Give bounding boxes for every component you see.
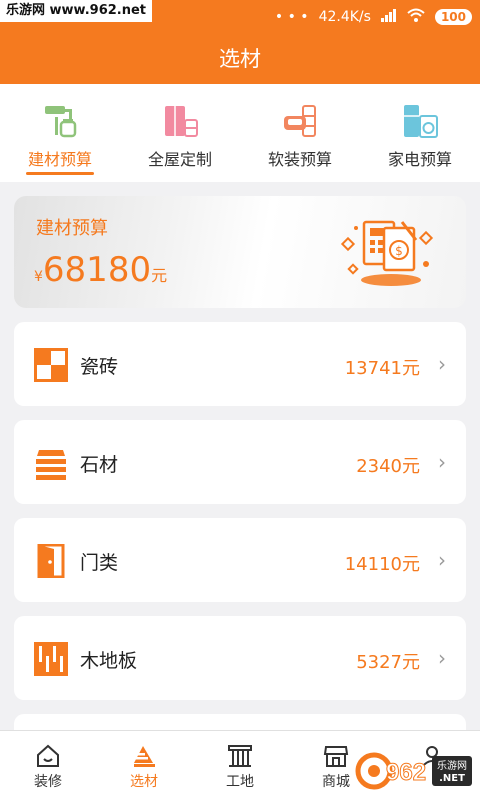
page-title: 选材 bbox=[219, 47, 261, 71]
status-bar: 乐游网 www.962.net • • • 42.4K/s 100 bbox=[0, 0, 480, 34]
total-amount: 68180 bbox=[42, 250, 152, 290]
battery-icon: 100 bbox=[434, 9, 472, 25]
tab-label: 软装预算 bbox=[267, 150, 332, 169]
fridge-washer-icon bbox=[404, 105, 438, 138]
home-icon bbox=[37, 744, 59, 767]
worksite-icon bbox=[228, 745, 252, 767]
budget-tabs: 建材预算 全屋定制 软装预算 家电预算 bbox=[0, 84, 480, 182]
tab-soft-furnishing[interactable]: 软装预算 bbox=[240, 84, 360, 182]
budget-calculator-illustration: $ bbox=[340, 220, 434, 286]
summary-amount: ¥68180元 bbox=[34, 250, 167, 290]
wifi-icon bbox=[407, 8, 425, 26]
wood-floor-icon bbox=[34, 642, 68, 676]
nav-label: 装修 bbox=[34, 774, 62, 790]
category-amount: 2340元 bbox=[356, 456, 420, 477]
category-card-stone[interactable]: 石材 2340元 › bbox=[14, 420, 466, 504]
svg-text:乐游网: 乐游网 bbox=[437, 759, 467, 772]
sofa-icon bbox=[284, 105, 316, 137]
summary-title: 建材预算 bbox=[36, 218, 108, 239]
paint-roller-icon bbox=[45, 106, 77, 138]
chevron-right-icon: › bbox=[438, 352, 446, 376]
status-indicators: • • • 42.4K/s 100 bbox=[275, 6, 472, 28]
category-amount: 5327元 bbox=[356, 652, 420, 673]
svg-text:$: $ bbox=[395, 244, 403, 258]
chevron-right-icon: › bbox=[438, 450, 446, 474]
tab-label: 全屋定制 bbox=[147, 150, 212, 169]
nav-label: 工地 bbox=[226, 774, 254, 790]
tab-label: 建材预算 bbox=[27, 150, 92, 169]
category-name: 木地板 bbox=[80, 650, 138, 672]
signal-icon bbox=[380, 8, 397, 26]
nav-item-decoration[interactable]: 装修 bbox=[0, 731, 96, 801]
amount-unit: 元 bbox=[151, 266, 168, 285]
tile-icon bbox=[34, 348, 68, 382]
tab-whole-house-custom[interactable]: 全屋定制 bbox=[120, 84, 240, 182]
nav-item-materials[interactable]: 选材 bbox=[96, 731, 192, 801]
category-card-door[interactable]: 门类 14110元 › bbox=[14, 518, 466, 602]
category-name: 石材 bbox=[80, 454, 119, 476]
tab-building-materials[interactable]: 建材预算 bbox=[0, 84, 120, 182]
watermark-label: 乐游网 www.962.net bbox=[0, 0, 153, 22]
svg-text:962: 962 bbox=[386, 759, 426, 786]
budget-summary-card: 建材预算 ¥68180元 $ bbox=[14, 196, 466, 308]
tab-appliance[interactable]: 家电预算 bbox=[360, 84, 480, 182]
active-tab-indicator bbox=[26, 172, 94, 175]
site-watermark-logo: 962 乐游网 .NET bbox=[355, 752, 472, 790]
svg-text:.NET: .NET bbox=[439, 773, 465, 784]
category-name: 瓷砖 bbox=[80, 356, 119, 378]
app-bar: 选材 bbox=[0, 34, 480, 84]
category-name: 门类 bbox=[80, 552, 119, 574]
materials-icon bbox=[134, 746, 155, 767]
door-icon bbox=[37, 544, 65, 578]
category-card-wood-floor[interactable]: 木地板 5327元 › bbox=[14, 616, 466, 700]
category-card-tile[interactable]: 瓷砖 13741元 › bbox=[14, 322, 466, 406]
currency-symbol: ¥ bbox=[34, 269, 43, 285]
stone-icon bbox=[36, 450, 66, 480]
tab-label: 家电预算 bbox=[387, 150, 452, 169]
network-speed: 42.4K/s bbox=[318, 9, 371, 25]
nav-item-worksite[interactable]: 工地 bbox=[192, 731, 288, 801]
category-amount: 14110元 bbox=[344, 554, 420, 575]
wardrobe-icon bbox=[165, 106, 198, 137]
shop-icon bbox=[323, 746, 349, 767]
category-amount: 13741元 bbox=[344, 358, 420, 379]
status-dots: • • • bbox=[274, 9, 309, 25]
chevron-right-icon: › bbox=[438, 646, 446, 670]
chevron-right-icon: › bbox=[438, 548, 446, 572]
nav-label: 选材 bbox=[130, 774, 158, 790]
